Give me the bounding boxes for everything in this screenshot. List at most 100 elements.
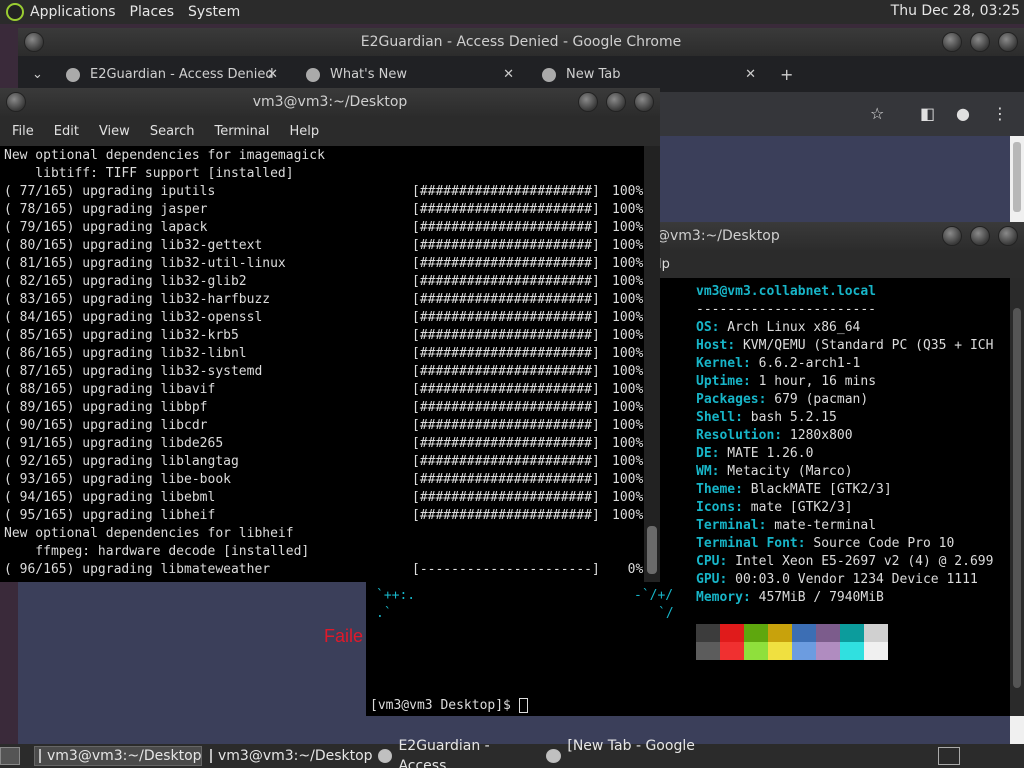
side-panel-icon[interactable]: ◧ [920,104,935,123]
terminal-back-scrollbar[interactable] [1010,278,1024,716]
color-swatch [840,624,864,642]
neofetch-key: Kernel [696,356,743,371]
maximize-button[interactable] [606,92,626,112]
neofetch-row: GPU: 00:03.0 Vendor 1234 Device 1111 [696,572,978,587]
color-swatch [864,642,888,660]
progress-percent: 100% [612,364,644,379]
workspace-switcher[interactable] [938,747,960,765]
tab-e2guardian[interactable]: E2Guardian - Access Denied ✕ [66,60,286,90]
prompt-text: [vm3@vm3 Desktop]$ [370,698,519,713]
progress-percent: 100% [612,184,644,199]
chrome-icon [306,68,320,82]
progress-bar-text: [----------------------] [412,562,600,577]
tab-list-button[interactable]: ⌄ [32,60,43,90]
task-terminal-2[interactable]: vm3@vm3:~/Desktop [206,746,373,766]
minimize-button[interactable] [578,92,598,112]
terminal-line: New optional dependencies for imagemagic… [4,148,325,163]
neofetch-value: Intel Xeon E5-2697 v2 (4) @ 2.699 [727,554,994,569]
progress-percent: 100% [612,202,644,217]
terminal-line: ( 90/165) upgrading libcdr [4,418,208,433]
chrome-icon [378,749,393,763]
menu-system[interactable]: System [188,4,240,20]
maximize-button[interactable] [970,32,990,52]
menu-terminal[interactable]: Terminal [214,124,269,139]
task-label: vm3@vm3:~/Desktop [218,748,373,764]
neofetch-row: OS: Arch Linux x86_64 [696,320,861,335]
minimize-button[interactable] [942,226,962,246]
minimize-button[interactable] [942,32,962,52]
more-menu-icon[interactable]: ⋮ [992,104,1008,123]
progress-bar-text: [######################] [412,454,600,469]
neofetch-row: Shell: bash 5.2.15 [696,410,837,425]
menu-help[interactable]: Help [289,124,319,139]
tab-new-tab[interactable]: New Tab ✕ [542,60,764,90]
neofetch-key: OS [696,320,712,335]
menu-view[interactable]: View [99,124,130,139]
neofetch-key: Uptime [696,374,743,389]
color-swatch [696,624,720,642]
new-tab-button[interactable]: + [780,60,793,90]
neofetch-key: Theme [696,482,736,497]
bookmark-star-icon[interactable]: ☆ [870,104,884,123]
progress-bar-text: [######################] [412,292,600,307]
shell-prompt[interactable]: [vm3@vm3 Desktop]$ [370,698,528,713]
neofetch-row: Terminal Font: Source Code Pro 10 [696,536,955,551]
neofetch-row: Resolution: 1280x800 [696,428,853,443]
top-panel: Applications Places System Thu Dec 28, 0… [0,0,1024,24]
show-desktop-button[interactable] [0,747,20,765]
terminal-line: ( 89/165) upgrading libbpf [4,400,208,415]
close-button[interactable] [998,32,1018,52]
menu-places[interactable]: Places [130,4,175,20]
chrome-titlebar[interactable]: E2Guardian - Access Denied - Google Chro… [18,28,1024,56]
neofetch-row: Memory: 457MiB / 7940MiB [696,590,884,605]
terminal-line: ( 88/165) upgrading libavif [4,382,216,397]
terminal-front-scrollbar[interactable] [644,146,660,582]
menu-edit[interactable]: Edit [54,124,79,139]
task-label: E2Guardian - Access... [398,738,490,768]
neofetch-row: Theme: BlackMATE [GTK2/3] [696,482,892,497]
neofetch-row: WM: Metacity (Marco) [696,464,853,479]
terminal-front-titlebar[interactable]: vm3@vm3:~/Desktop [0,88,660,116]
terminal-front-output[interactable]: New optional dependencies for imagemagic… [0,146,644,582]
clock[interactable]: Thu Dec 28, 03:25 [891,3,1020,19]
neofetch-value: 6.6.2-arch1-1 [750,356,861,371]
progress-percent: 100% [612,274,644,289]
neofetch-key: Host [696,338,728,353]
progress-percent: 100% [612,472,644,487]
terminal-line: ( 95/165) upgrading libheif [4,508,216,523]
menu-file[interactable]: File [12,124,34,139]
tab-whats-new[interactable]: What's New ✕ [306,60,522,90]
window-menu-icon[interactable] [24,32,44,52]
close-button[interactable] [998,226,1018,246]
neofetch-row: Kernel: 6.6.2-arch1-1 [696,356,861,371]
terminal-icon [210,749,212,763]
maximize-button[interactable] [970,226,990,246]
task-label: [New Tab - Google ... [567,738,695,768]
window-menu-icon[interactable] [6,92,26,112]
close-button[interactable] [634,92,654,112]
progress-bar-text: [######################] [412,382,600,397]
mate-logo-icon[interactable] [6,3,24,21]
progress-bar-text: [######################] [412,400,600,415]
ascii-art-line: -`/+/ [634,588,674,603]
tab-close-icon[interactable]: ✕ [503,60,514,90]
task-chrome-new-tab[interactable]: [New Tab - Google ... [542,738,706,768]
terminal-line: ( 79/165) upgrading lapack [4,220,208,235]
menu-search[interactable]: Search [150,124,195,139]
progress-bar-text: [######################] [412,202,600,217]
color-swatch [768,642,792,660]
ascii-art-line: .` [376,606,392,621]
terminal-front-menubar: File Edit View Search Terminal Help [0,116,660,146]
terminal-line: New optional dependencies for libheif [4,526,294,541]
task-chrome-e2guardian[interactable]: E2Guardian - Access... [374,738,538,768]
terminal-line: ( 78/165) upgrading jasper [4,202,208,217]
menu-applications[interactable]: Applications [30,4,116,20]
terminal-line: ( 91/165) upgrading libde265 [4,436,224,451]
progress-percent: 100% [612,454,644,469]
task-terminal-1[interactable]: vm3@vm3:~/Desktop [34,746,202,766]
color-swatch [720,624,744,642]
tab-close-icon[interactable]: ✕ [267,60,278,90]
tab-close-icon[interactable]: ✕ [745,60,756,90]
color-swatch [792,642,816,660]
profile-icon[interactable]: ● [956,104,970,123]
